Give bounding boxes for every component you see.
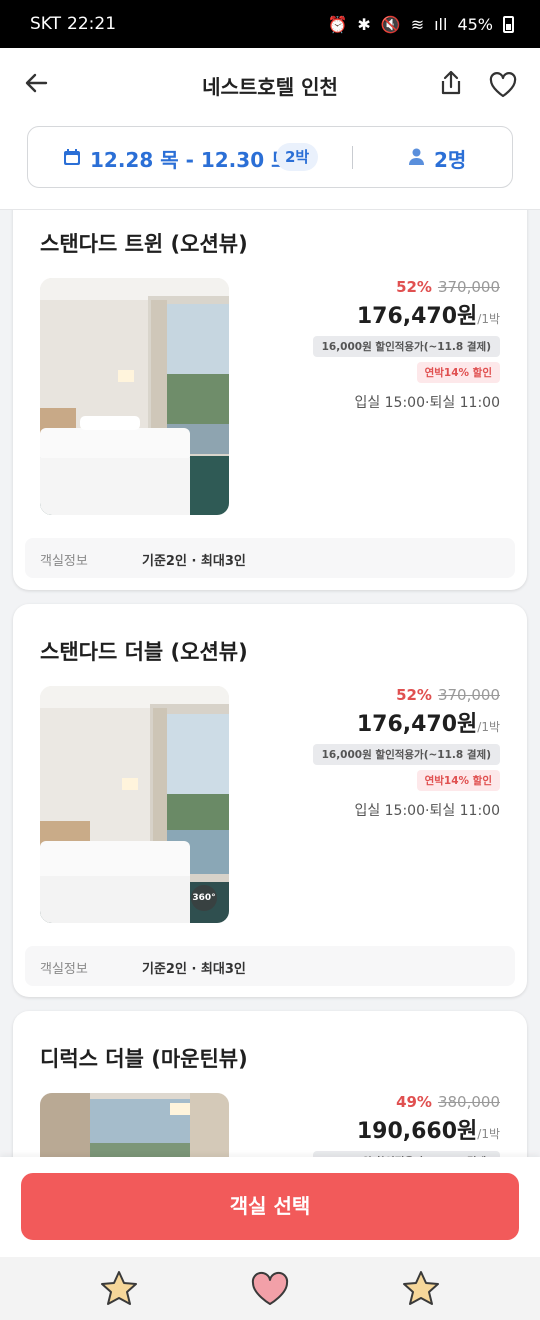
share-icon[interactable]: [436, 68, 466, 98]
battery-level: 45%: [457, 14, 493, 34]
alarm-icon: ⏰: [327, 14, 348, 34]
date-range[interactable]: 12.28 목 - 12.30 토: [90, 144, 289, 173]
star-icon[interactable]: [401, 1269, 441, 1309]
price-block: 52% 370,000 176,470원/1박 16,000원 할인적용가(~11…: [312, 278, 500, 412]
longstay-badge: 연박14% 할인: [416, 362, 500, 383]
heart-icon[interactable]: [250, 1269, 290, 1309]
clock: 22:21: [67, 14, 117, 34]
favorite-heart-icon[interactable]: [488, 70, 518, 100]
360-view-badge[interactable]: 360°: [191, 885, 217, 911]
status-bar: SKT 22:21 ⏰ ✱ 🔇 ≋ ıll 45%: [0, 0, 540, 48]
signal-icon: ıll: [434, 14, 448, 34]
longstay-badge: 연박14% 할인: [416, 770, 500, 791]
person-icon: [409, 148, 424, 165]
bluetooth-icon: ✱: [357, 14, 371, 34]
star-icon[interactable]: [99, 1269, 139, 1309]
wifi-icon: ≋: [410, 14, 425, 34]
discount-rate: 52%: [396, 686, 432, 704]
original-price: 370,000: [437, 686, 500, 704]
room-info-label: 객실정보: [40, 962, 88, 977]
calendar-icon: [64, 149, 80, 165]
room-name[interactable]: 스탠다드 더블 (오션뷰): [40, 636, 248, 666]
room-capacity: 기준2인 · 최대3인: [142, 554, 246, 569]
room-info-strip[interactable]: 객실정보 기준2인 · 최대3인: [25, 538, 515, 578]
checkin-time: 입실 15:00·퇴실 11:00: [354, 395, 500, 411]
guest-count[interactable]: 2명: [434, 144, 466, 173]
room-info-label: 객실정보: [40, 554, 88, 569]
per-night: /1박: [477, 312, 500, 326]
coupon-badge: 16,000원 할인적용가(~11.8 결제): [312, 336, 500, 357]
original-price: 370,000: [437, 278, 500, 296]
room-photo[interactable]: 360°: [40, 686, 229, 923]
bottom-nav: [0, 1257, 540, 1320]
sale-price: 176,470원: [356, 712, 478, 737]
room-card[interactable]: 스탠다드 더블 (오션뷰) 360° 52% 370,000 176,470원/1…: [13, 604, 527, 997]
room-card[interactable]: 스탠다드 트윈 (오션뷰) 52% 370,000 176,470원/1박 16,…: [13, 190, 527, 590]
per-night: /1박: [477, 720, 500, 734]
date-guest-selector[interactable]: 12.28 목 - 12.30 토 2박 2명: [27, 126, 513, 188]
select-room-button[interactable]: 객실 선택: [21, 1173, 519, 1240]
room-photo[interactable]: [40, 278, 229, 515]
divider: [352, 146, 353, 169]
discount-rate: 49%: [396, 1093, 432, 1111]
price-block: 52% 370,000 176,470원/1박 16,000원 할인적용가(~11…: [312, 686, 500, 820]
battery-icon: [503, 15, 514, 33]
mute-icon: 🔇: [380, 14, 401, 34]
sale-price: 190,660원: [356, 1119, 478, 1144]
room-capacity: 기준2인 · 최대3인: [142, 962, 246, 977]
app-header: 네스트호텔 인천 12.28 목 - 12.30 토 2박 2명: [0, 48, 540, 210]
room-name[interactable]: 디럭스 더블 (마운틴뷰): [40, 1043, 248, 1073]
cta-bar: 객실 선택: [0, 1157, 540, 1257]
carrier-label: SKT: [30, 14, 62, 34]
original-price: 380,000: [437, 1093, 500, 1111]
room-name[interactable]: 스탠다드 트윈 (오션뷰): [40, 228, 248, 258]
per-night: /1박: [477, 1127, 500, 1141]
coupon-badge: 16,000원 할인적용가(~11.8 결제): [312, 744, 500, 765]
room-photo-image: [40, 278, 229, 515]
room-info-strip[interactable]: 객실정보 기준2인 · 최대3인: [25, 946, 515, 986]
sale-price: 176,470원: [356, 304, 478, 329]
checkin-time: 입실 15:00·퇴실 11:00: [354, 803, 500, 819]
nights-badge: 2박: [276, 143, 319, 171]
discount-rate: 52%: [396, 278, 432, 296]
